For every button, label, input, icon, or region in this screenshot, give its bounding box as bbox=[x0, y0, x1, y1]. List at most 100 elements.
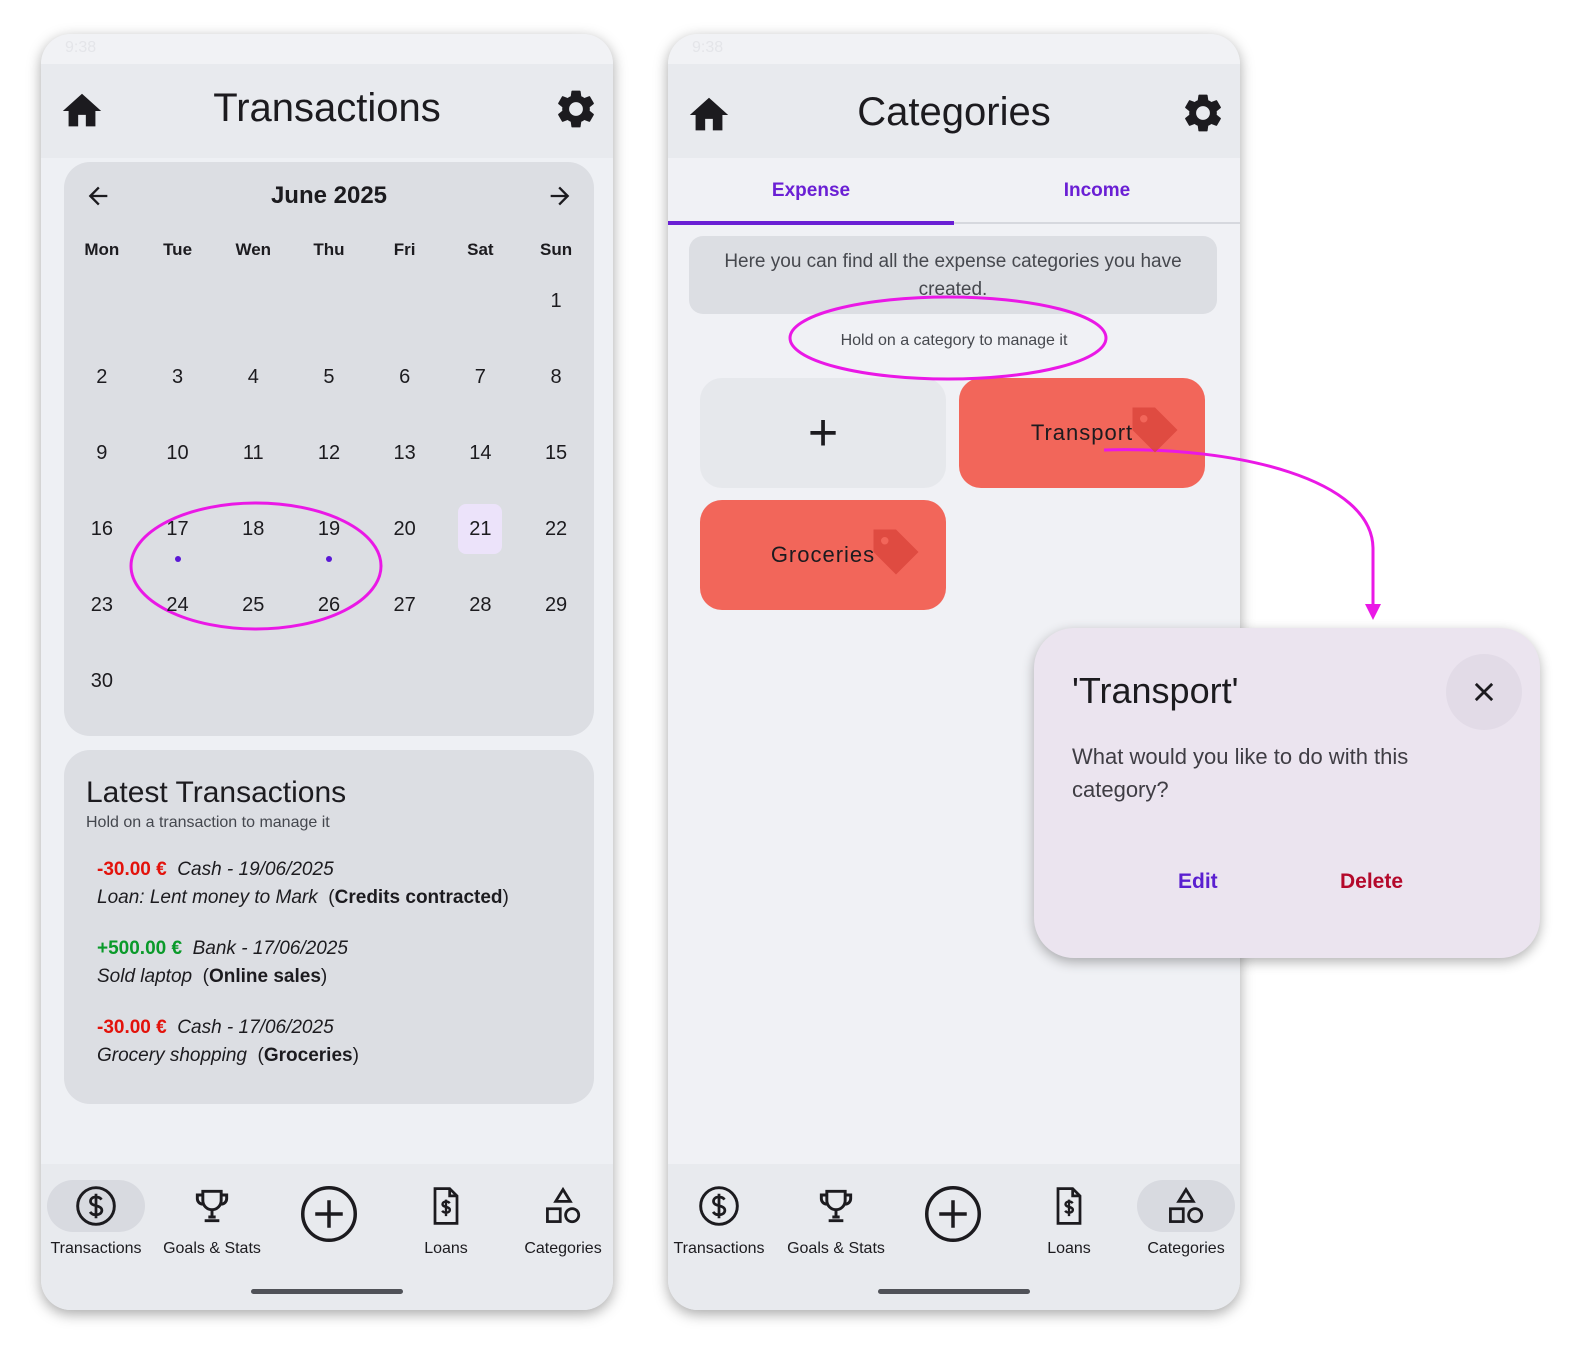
calendar-day[interactable]: 9 bbox=[64, 422, 140, 498]
calendar-day[interactable]: 29 bbox=[518, 574, 594, 650]
calendar-day[interactable]: 23 bbox=[64, 574, 140, 650]
dollar-icon bbox=[76, 1186, 116, 1226]
calendar-day[interactable]: 12 bbox=[291, 422, 367, 498]
transaction-category: Online sales bbox=[208, 966, 321, 987]
transaction-category: Credits contracted bbox=[334, 887, 503, 908]
arrow-right-icon[interactable] bbox=[546, 182, 574, 210]
calendar-day[interactable]: 28 bbox=[443, 574, 519, 650]
calendar-day[interactable]: 2 bbox=[64, 346, 140, 422]
nav-label: Transactions bbox=[50, 1240, 142, 1257]
calendar-blank bbox=[140, 270, 216, 346]
calendar-day-number: 20 bbox=[393, 518, 416, 540]
calendar-day-number: 26 bbox=[317, 594, 341, 616]
nav-categories[interactable]: Categories bbox=[508, 1180, 613, 1258]
calendar-blank bbox=[443, 270, 519, 346]
status-time: 9:38 bbox=[692, 39, 724, 56]
calendar-day[interactable]: 25 bbox=[215, 574, 291, 650]
plus-icon: + bbox=[807, 404, 839, 462]
nav-goals[interactable]: Goals & Stats bbox=[157, 1180, 267, 1258]
calendar-day[interactable]: 5 bbox=[291, 346, 367, 422]
calendar-day[interactable]: 10 bbox=[140, 422, 216, 498]
nav-categories[interactable]: Categories bbox=[1131, 1180, 1240, 1258]
calendar-day-number: 29 bbox=[544, 594, 568, 616]
document-dollar-icon bbox=[433, 1187, 459, 1225]
transaction-line-1: -30.00 € Cash - 17/06/2025 bbox=[97, 1014, 359, 1042]
transaction-item[interactable]: -30.00 € Cash - 19/06/2025 Loan: Lent mo… bbox=[97, 856, 509, 912]
status-time: 9:38 bbox=[65, 39, 97, 56]
calendar-day[interactable]: 26 bbox=[291, 574, 367, 650]
transaction-amount: -30.00 € bbox=[97, 1017, 167, 1038]
tab-income[interactable]: Income bbox=[954, 180, 1240, 202]
category-groceries[interactable]: Groceries bbox=[700, 500, 946, 610]
close-button[interactable] bbox=[1446, 654, 1522, 730]
transaction-dot bbox=[325, 556, 332, 562]
nav-transactions[interactable]: Transactions bbox=[668, 1180, 774, 1258]
calendar-day[interactable]: 13 bbox=[367, 422, 443, 498]
app-bar: Transactions bbox=[41, 64, 613, 158]
tab-expense[interactable]: Expense bbox=[668, 180, 954, 202]
calendar-day[interactable]: 3 bbox=[140, 346, 216, 422]
calendar-day-number: 25 bbox=[242, 594, 265, 616]
category-dialog: 'Transport' What would you like to do wi… bbox=[1034, 628, 1540, 958]
transaction-meta: Cash - 17/06/2025 bbox=[177, 1017, 334, 1038]
latest-transactions: Latest Transactions Hold on a transactio… bbox=[64, 750, 594, 1104]
dollar-icon bbox=[699, 1186, 739, 1226]
transaction-meta: Cash - 19/06/2025 bbox=[177, 859, 334, 880]
calendar-day[interactable]: 20 bbox=[367, 498, 443, 574]
calendar-day[interactable]: 17 bbox=[140, 498, 216, 574]
add-category-button[interactable]: + bbox=[700, 378, 946, 488]
edit-button[interactable]: Edit bbox=[1178, 870, 1218, 894]
transaction-line-1: +500.00 € Bank - 17/06/2025 bbox=[97, 935, 348, 963]
calendar-day-number: 16 bbox=[90, 518, 113, 540]
nav-label: Goals & Stats bbox=[163, 1240, 261, 1257]
nav-label: Categories bbox=[524, 1240, 602, 1257]
weekday-label: Fri bbox=[393, 240, 416, 259]
nav-goals[interactable]: Goals & Stats bbox=[781, 1180, 891, 1258]
transaction-item[interactable]: +500.00 € Bank - 17/06/2025 Sold laptop … bbox=[97, 935, 348, 991]
calendar-day[interactable]: 7 bbox=[443, 346, 519, 422]
weekday-label: Tue bbox=[163, 240, 193, 259]
nav-loans[interactable]: Loans bbox=[391, 1180, 501, 1258]
shapes-icon bbox=[1169, 1186, 1204, 1224]
calendar-day[interactable]: 4 bbox=[215, 346, 291, 422]
calendar-day[interactable]: 14 bbox=[443, 422, 519, 498]
calendar-day[interactable]: 11 bbox=[215, 422, 291, 498]
hold-hint: Hold on a category to manage it bbox=[840, 332, 1068, 349]
calendar-month: June 2025 bbox=[270, 182, 388, 209]
calendar-day[interactable]: 19 bbox=[291, 498, 367, 574]
calendar-day[interactable]: 1 bbox=[518, 270, 594, 346]
transaction-line-2: Grocery shopping (Groceries) bbox=[97, 1045, 359, 1066]
category-transport[interactable]: Transport bbox=[959, 378, 1205, 488]
calendar-day[interactable]: 16 bbox=[64, 498, 140, 574]
calendar-day[interactable]: 30 bbox=[64, 650, 140, 726]
category-label: Groceries bbox=[770, 542, 876, 567]
calendar-day-number: 23 bbox=[90, 594, 113, 616]
weekday-label: Thu bbox=[313, 240, 345, 259]
calendar-day[interactable]: 6 bbox=[367, 346, 443, 422]
trophy-icon bbox=[819, 1189, 853, 1223]
calendar-day[interactable]: 15 bbox=[518, 422, 594, 498]
add-circle-icon[interactable] bbox=[923, 1184, 983, 1244]
dialog-message: What would you like to do with this cate… bbox=[1072, 744, 1409, 802]
calendar-day[interactable]: 8 bbox=[518, 346, 594, 422]
status-bar: 9:38 bbox=[668, 34, 1240, 64]
transaction-line-1: -30.00 € Cash - 19/06/2025 bbox=[97, 856, 509, 884]
calendar-day-number: 22 bbox=[544, 518, 568, 540]
calendar-day-number: 28 bbox=[469, 594, 492, 616]
add-circle-icon[interactable] bbox=[299, 1184, 359, 1244]
calendar-day-today[interactable]: 21 bbox=[443, 498, 519, 574]
delete-button[interactable]: Delete bbox=[1340, 870, 1403, 894]
calendar-day[interactable]: 18 bbox=[215, 498, 291, 574]
calendar-blank bbox=[215, 270, 291, 346]
nav-transactions[interactable]: Transactions bbox=[41, 1180, 151, 1258]
calendar-day[interactable]: 24 bbox=[140, 574, 216, 650]
gear-icon[interactable] bbox=[553, 86, 599, 132]
transaction-item[interactable]: -30.00 € Cash - 17/06/2025 Grocery shopp… bbox=[97, 1014, 359, 1070]
calendar-day[interactable]: 27 bbox=[367, 574, 443, 650]
transaction-amount: +500.00 € bbox=[97, 938, 183, 959]
calendar-day-number: 27 bbox=[393, 594, 416, 616]
nav-loans[interactable]: Loans bbox=[1014, 1180, 1124, 1258]
calendar-day[interactable]: 22 bbox=[518, 498, 594, 574]
nav-label: Loans bbox=[1047, 1240, 1091, 1257]
gear-icon[interactable] bbox=[1180, 90, 1226, 136]
